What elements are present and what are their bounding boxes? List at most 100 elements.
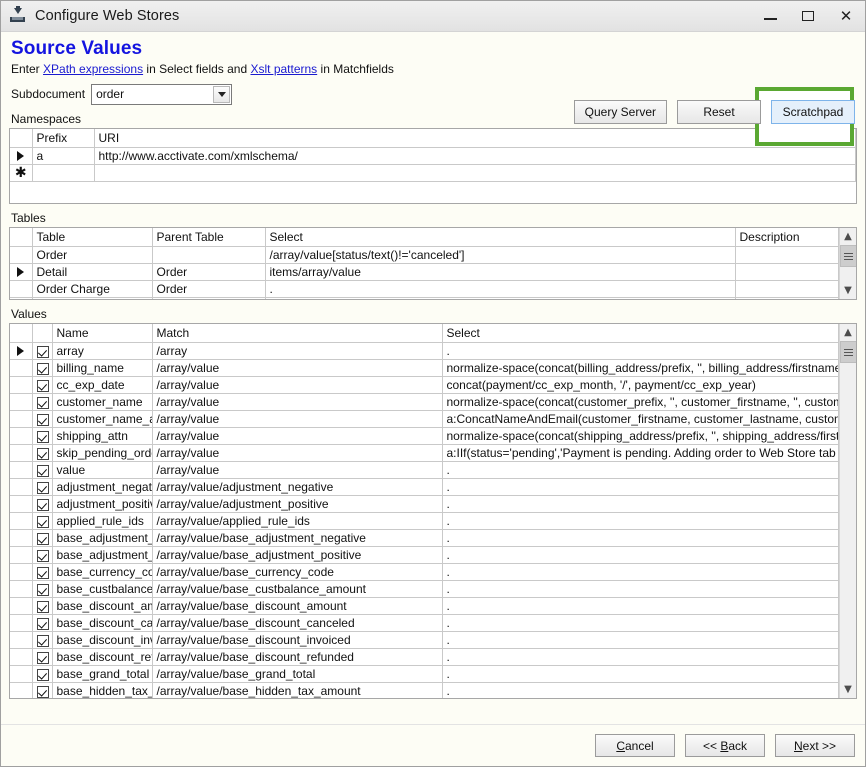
value-name-cell[interactable]: cc_exp_date — [52, 376, 153, 394]
value-match-cell[interactable]: /array/value/base_discount_amount — [152, 597, 443, 615]
table-row[interactable]: base_hidden_tax_a/array/value/base_hidde… — [10, 682, 839, 698]
value-match-cell[interactable]: /array/value/adjustment_negative — [152, 478, 443, 496]
value-match-cell[interactable]: /array/value — [152, 427, 443, 445]
row-enabled-checkbox[interactable] — [32, 631, 53, 649]
namespace-uri-cell[interactable] — [94, 164, 856, 182]
value-select-cell[interactable]: . — [442, 648, 839, 666]
row-enabled-checkbox[interactable] — [32, 563, 53, 581]
minimize-button[interactable] — [751, 1, 789, 31]
value-select-cell[interactable]: normalize-space(concat(billing_address/p… — [442, 359, 839, 377]
row-enabled-checkbox[interactable] — [32, 529, 53, 547]
table-row[interactable]: array/array. — [10, 342, 839, 360]
namespaces-grid[interactable]: Prefix URI a http://www.acctivate.com/xm… — [9, 128, 857, 204]
table-row[interactable]: a http://www.acctivate.com/xmlschema/ — [10, 147, 856, 165]
table-row[interactable]: base_discount_refu/array/value/base_disc… — [10, 648, 839, 666]
table-parent-cell[interactable]: Detail — [152, 297, 266, 299]
row-enabled-checkbox[interactable] — [32, 682, 53, 698]
next-button[interactable]: Next >> — [775, 734, 855, 757]
row-enabled-checkbox[interactable] — [32, 359, 53, 377]
value-match-cell[interactable]: /array/value/base_currency_code — [152, 563, 443, 581]
value-select-cell[interactable]: a:IIf(status='pending','Payment is pendi… — [442, 444, 839, 462]
value-name-cell[interactable]: applied_rule_ids — [52, 512, 153, 530]
value-name-cell[interactable]: base_discount_canc — [52, 614, 153, 632]
tables-grid[interactable]: Table Parent Table Select Description Or… — [9, 227, 857, 300]
row-enabled-checkbox[interactable] — [32, 342, 53, 360]
value-name-cell[interactable]: adjustment_positive — [52, 495, 153, 513]
value-match-cell[interactable]: /array/value/base_hidden_tax_amount — [152, 682, 443, 698]
value-select-cell[interactable]: . — [442, 614, 839, 632]
table-row[interactable]: billing_name/array/value normalize-space(… — [10, 359, 839, 377]
value-match-cell[interactable]: /array/value — [152, 410, 443, 428]
value-select-cell[interactable]: normalize-space(concat(shipping_address/… — [442, 427, 839, 445]
scroll-thumb[interactable] — [839, 341, 856, 363]
value-name-cell[interactable]: base_adjustment_p — [52, 546, 153, 564]
table-row[interactable]: applied_rule_ids/array/value/applied_rul… — [10, 512, 839, 530]
scroll-up-icon[interactable]: ▲ — [840, 324, 857, 341]
row-enabled-checkbox[interactable] — [32, 546, 53, 564]
table-description-cell[interactable] — [735, 263, 839, 281]
value-select-cell[interactable]: . — [442, 546, 839, 564]
value-select-cell[interactable]: . — [442, 631, 839, 649]
table-name-cell[interactable]: Detail Charge — [32, 297, 153, 299]
table-description-cell[interactable] — [735, 246, 839, 264]
tables-vertical-scrollbar[interactable]: ▲ ▼ — [839, 228, 856, 299]
table-name-cell[interactable]: Detail — [32, 263, 153, 281]
value-name-cell[interactable]: customer_name_ar — [52, 410, 153, 428]
value-match-cell[interactable]: /array/value/applied_rule_ids — [152, 512, 443, 530]
table-row[interactable]: base_discount_invoi/array/value/base_dis… — [10, 631, 839, 649]
value-select-cell[interactable]: . — [442, 461, 839, 479]
value-name-cell[interactable]: base_grand_total — [52, 665, 153, 683]
value-match-cell[interactable]: /array/value/adjustment_positive — [152, 495, 443, 513]
table-row[interactable]: cc_exp_date/array/value concat(payment/cc… — [10, 376, 839, 394]
value-name-cell[interactable]: base_discount_amo — [52, 597, 153, 615]
table-row[interactable]: customer_name/array/value normalize-space… — [10, 393, 839, 411]
row-enabled-checkbox[interactable] — [32, 376, 53, 394]
value-select-cell[interactable]: . — [442, 665, 839, 683]
scroll-track[interactable] — [839, 245, 856, 282]
value-select-cell[interactable]: . — [442, 495, 839, 513]
row-enabled-checkbox[interactable] — [32, 648, 53, 666]
scratchpad-button[interactable]: Scratchpad — [771, 100, 855, 124]
row-enabled-checkbox[interactable] — [32, 393, 53, 411]
value-match-cell[interactable]: /array — [152, 342, 443, 360]
row-enabled-checkbox[interactable] — [32, 512, 53, 530]
table-row[interactable]: base_currency_code/array/value/base_curr… — [10, 563, 839, 581]
table-select-cell[interactable]: items/array/value — [265, 263, 736, 281]
scroll-down-icon[interactable]: ▼ — [840, 282, 857, 299]
table-description-cell[interactable] — [735, 280, 839, 298]
value-match-cell[interactable]: /array/value — [152, 376, 443, 394]
table-select-cell[interactable]: . — [265, 280, 736, 298]
scroll-thumb[interactable] — [839, 245, 856, 267]
row-enabled-checkbox[interactable] — [32, 495, 53, 513]
row-enabled-checkbox[interactable] — [32, 580, 53, 598]
row-enabled-checkbox[interactable] — [32, 410, 53, 428]
value-name-cell[interactable]: base_hidden_tax_a — [52, 682, 153, 698]
table-row[interactable]: Order Charge Order . — [10, 280, 839, 298]
value-select-cell[interactable]: . — [442, 682, 839, 698]
value-match-cell[interactable]: /array/value — [152, 393, 443, 411]
table-select-cell[interactable]: /array/value[status/text()!='canceled'] — [265, 246, 736, 264]
table-row[interactable]: skip_pending_order/array/value a:IIf(stat… — [10, 444, 839, 462]
value-select-cell[interactable]: normalize-space(concat(customer_prefix, … — [442, 393, 839, 411]
value-name-cell[interactable]: skip_pending_order — [52, 444, 153, 462]
table-name-cell[interactable]: Order Charge — [32, 280, 153, 298]
table-row[interactable]: Detail Order items/array/value — [10, 263, 839, 281]
namespace-uri-cell[interactable]: http://www.acctivate.com/xmlschema/ — [94, 147, 856, 165]
value-name-cell[interactable]: base_adjustment_n — [52, 529, 153, 547]
table-row[interactable]: shipping_attn/array/value normalize-space… — [10, 427, 839, 445]
value-match-cell[interactable]: /array/value/base_adjustment_negative — [152, 529, 443, 547]
query-server-button[interactable]: Query Server — [573, 100, 667, 124]
table-row[interactable]: base_discount_canc/array/value/base_disc… — [10, 614, 839, 632]
scroll-up-icon[interactable]: ▲ — [840, 228, 857, 245]
namespace-prefix-cell[interactable]: a — [32, 147, 95, 165]
table-row[interactable]: customer_name_ar/array/value a:ConcatName… — [10, 410, 839, 428]
row-enabled-checkbox[interactable] — [32, 614, 53, 632]
value-name-cell[interactable]: adjustment_negative — [52, 478, 153, 496]
table-row[interactable]: adjustment_negative/array/value/adjustme… — [10, 478, 839, 496]
table-row[interactable]: base_adjustment_n/array/value/base_adjus… — [10, 529, 839, 547]
value-select-cell[interactable]: . — [442, 512, 839, 530]
value-match-cell[interactable]: /array/value/base_adjustment_positive — [152, 546, 443, 564]
namespace-prefix-cell[interactable] — [32, 164, 95, 182]
table-row[interactable]: base_grand_total/array/value/base_grand_… — [10, 665, 839, 683]
table-parent-cell[interactable] — [152, 246, 266, 264]
